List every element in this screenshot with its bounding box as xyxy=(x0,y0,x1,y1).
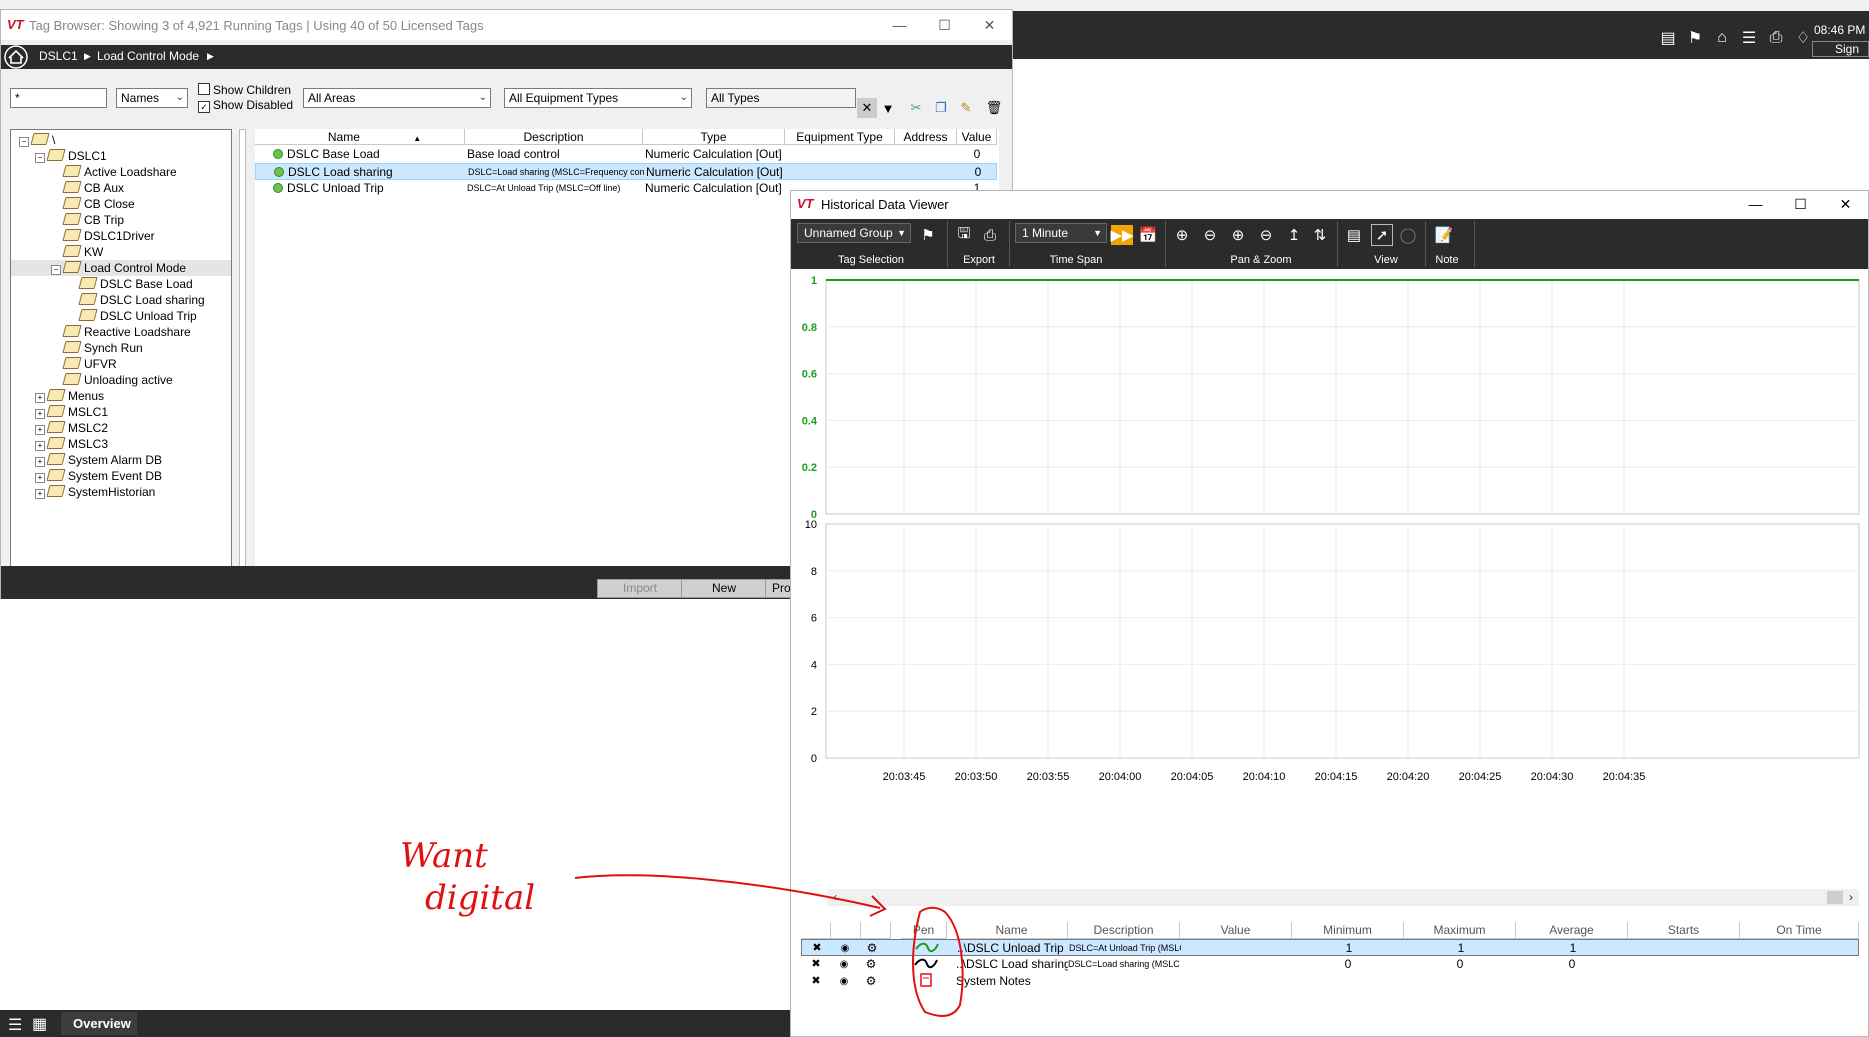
annotation-text-digital: digital xyxy=(425,878,536,918)
annotation-arrow-line xyxy=(574,874,881,909)
annotation-text-want: Want xyxy=(400,836,488,876)
annotation-overlay xyxy=(574,874,964,1017)
annotation-circle xyxy=(912,906,964,1017)
